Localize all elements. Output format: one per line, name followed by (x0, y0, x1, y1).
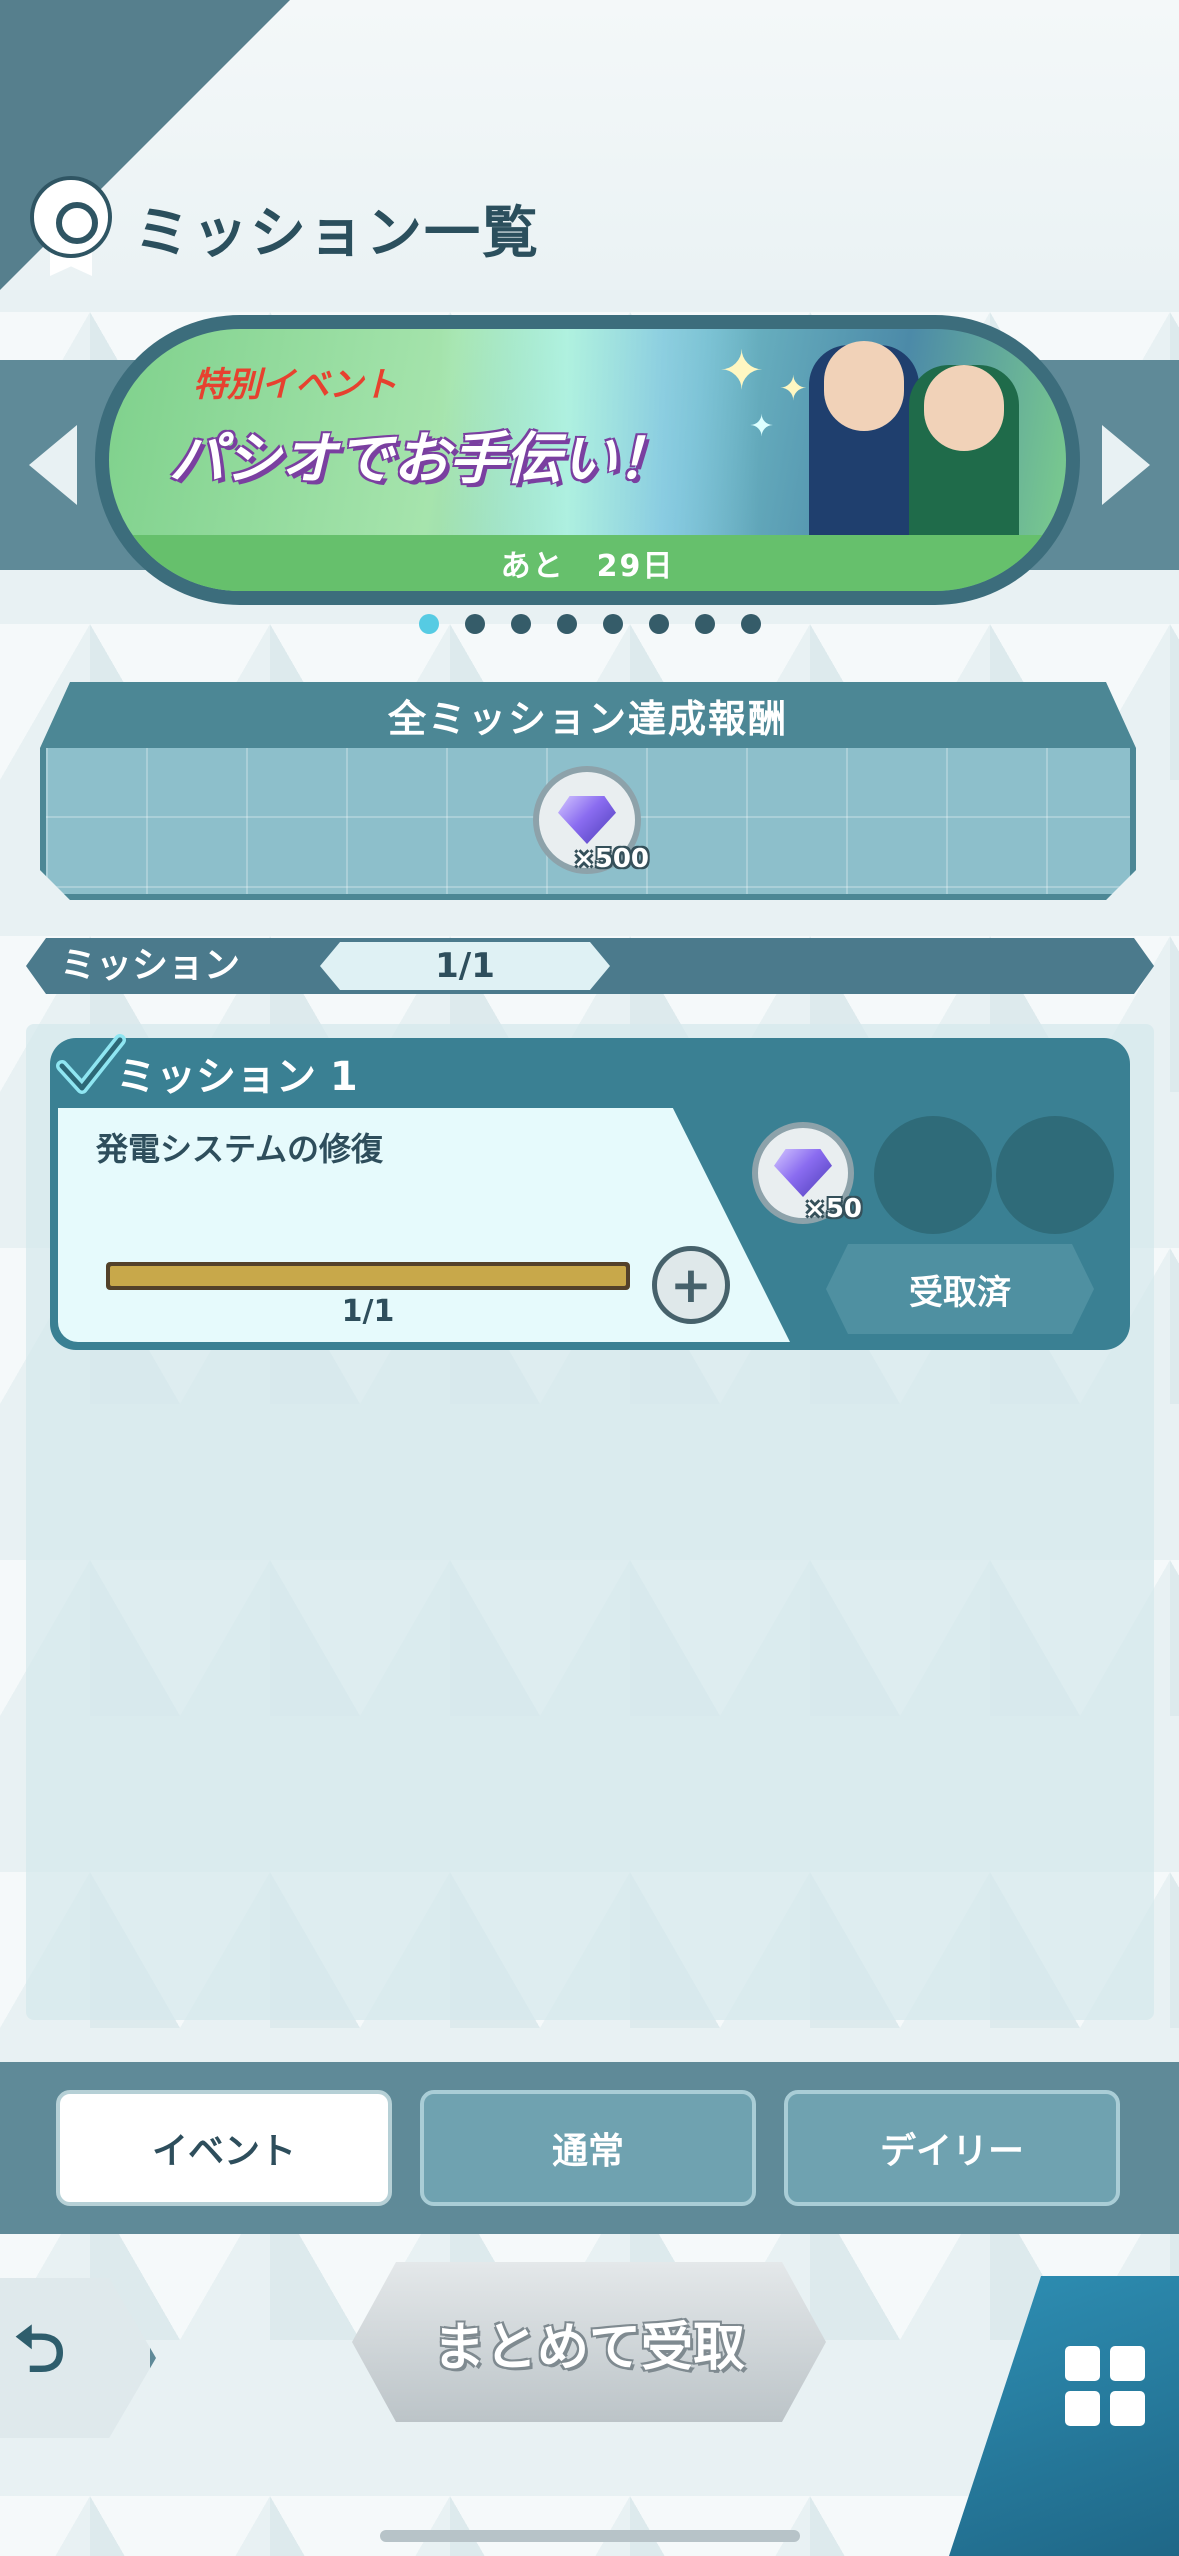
empty-reward-slot (996, 1116, 1114, 1234)
mission-description: 発電システムの修復 (96, 1130, 384, 1168)
banner-next-arrow-icon[interactable] (1091, 410, 1161, 520)
back-arrow-icon: ⮌ (14, 2313, 66, 2387)
mission-bar-label: ミッション (60, 945, 241, 986)
pagination-dot[interactable] (648, 614, 669, 634)
claimed-button[interactable]: 受取済 (826, 1244, 1094, 1334)
event-banner[interactable]: ✦ ✦ ✦ 特別イベント パシオでお手伝い！ あと 29日 (95, 315, 1080, 605)
all-mission-reward-body: ×500 (40, 748, 1136, 900)
event-remaining: あと 29日 (109, 535, 1066, 591)
mission-name: ミッション 1 (116, 1054, 358, 1100)
mission-progress-fill (110, 1266, 626, 1286)
mission-detail-plus-button[interactable]: + (652, 1246, 730, 1324)
event-name: パシオでお手伝い！ (169, 427, 673, 492)
all-mission-reward-panel: 全ミッション達成報酬 ×500 (40, 682, 1136, 900)
tab-normal[interactable]: 通常 (420, 2090, 756, 2206)
medal-icon (28, 180, 114, 276)
tab-event[interactable]: イベント (56, 2090, 392, 2206)
all-mission-reward-title: 全ミッション達成報酬 (40, 682, 1136, 748)
character-face-2 (924, 365, 1004, 451)
pagination-dot[interactable] (464, 614, 485, 634)
empty-reward-slot (874, 1116, 992, 1234)
gem-icon (774, 1149, 832, 1197)
reward-quantity: ×500 (572, 844, 649, 874)
banner-prev-arrow-icon[interactable] (18, 410, 88, 520)
sparkle-icon: ✦ (779, 369, 808, 409)
pagination-dot[interactable] (418, 614, 439, 634)
character-face-1 (824, 341, 904, 431)
pagination-dot[interactable] (602, 614, 623, 634)
home-indicator[interactable] (380, 2530, 800, 2542)
mission-reward-quantity: ×50 (804, 1194, 862, 1224)
pagination-dot[interactable] (556, 614, 577, 634)
reward-gem-badge[interactable]: ×500 (533, 766, 641, 874)
gem-icon (558, 796, 616, 844)
sparkle-icon: ✦ (749, 409, 775, 444)
mission-progress-text: 1/1 (341, 1294, 395, 1329)
tab-daily[interactable]: デイリー (784, 2090, 1120, 2206)
banner-pagination (0, 614, 1179, 634)
sparkle-icon: ✦ (719, 339, 765, 402)
pagination-dot[interactable] (510, 614, 531, 634)
event-tag: 特別イベント (193, 365, 397, 405)
mission-count: 1/1 (320, 942, 610, 990)
grid-menu-icon[interactable] (1065, 2346, 1145, 2426)
page-title: ミッション一覧 (134, 200, 540, 266)
collect-all-button[interactable]: まとめて受取 (352, 2262, 826, 2422)
pagination-dot[interactable] (740, 614, 761, 634)
mission-reward-gem-badge[interactable]: ×50 (752, 1122, 862, 1224)
mission-progress-bar (106, 1262, 630, 1290)
page-header: ミッション一覧 (28, 178, 540, 278)
plus-icon: + (670, 1256, 712, 1314)
pagination-dot[interactable] (694, 614, 715, 634)
